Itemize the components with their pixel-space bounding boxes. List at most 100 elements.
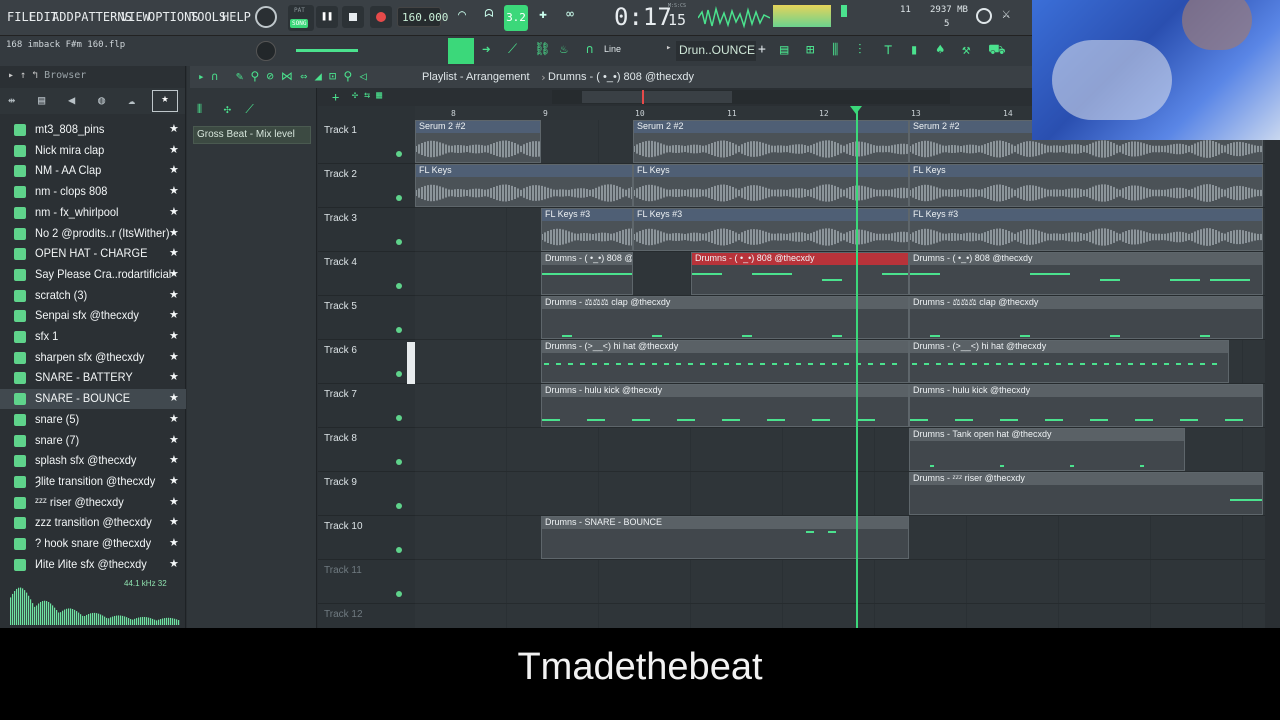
favorite-star-icon[interactable]: ★ [169, 453, 179, 466]
pattern-clip[interactable]: Drumns - ᶻᶻᶻ riser @thecxdy [909, 472, 1263, 515]
track-mute-led[interactable] [396, 503, 402, 509]
browser-item[interactable]: zzz transition @thecxdy ★ [0, 513, 186, 533]
browser-item[interactable]: Senpai sfx @thecxdy ★ [0, 306, 186, 326]
audio-clip[interactable]: FL Keys [909, 164, 1263, 207]
countdown-icon[interactable]: 3.2 [504, 5, 528, 31]
audio-clip[interactable]: FL Keys #3 [909, 208, 1263, 251]
favorite-star-icon[interactable]: ★ [169, 267, 179, 280]
browser-item[interactable]: mt3_808_pins ★ [0, 120, 186, 140]
pattern-clip[interactable]: Drumns - ( •_•) 808 @thecxdy [909, 252, 1263, 295]
track-scrollbar[interactable] [407, 342, 415, 384]
track-mute-led[interactable] [396, 239, 402, 245]
playlist-view-button[interactable] [448, 38, 474, 64]
favorite-star-icon[interactable]: ★ [169, 536, 179, 549]
pattern-clip[interactable]: Drumns - ( •_•) 808 @thecxdy [541, 252, 633, 295]
browser-item[interactable]: nm - clops 808 ★ [0, 182, 186, 202]
track-mute-led[interactable] [396, 547, 402, 553]
channel-rack-icon[interactable]: ⊞ [806, 42, 814, 58]
audio-clip[interactable]: FL Keys #3 [541, 208, 633, 251]
cart-icon[interactable]: ⛟ [988, 42, 1006, 60]
favorite-star-icon[interactable]: ★ [169, 350, 179, 363]
favorite-star-icon[interactable]: ★ [169, 495, 179, 508]
browser-arrow-icon[interactable]: ▸ ↑ ↰ [8, 70, 44, 81]
track-header[interactable]: Track 3 [318, 208, 415, 252]
favorite-star-icon[interactable]: ★ [169, 329, 179, 342]
track-header[interactable]: Track 6 [318, 340, 415, 384]
favorite-star-icon[interactable]: ★ [169, 246, 179, 259]
browser-item[interactable]: scratch (3) ★ [0, 286, 186, 306]
menu-add[interactable]: ADD [52, 10, 74, 24]
eq-icon[interactable]: ⫶ [858, 42, 862, 58]
track-mute-led[interactable] [396, 459, 402, 465]
menu-help[interactable]: HELP [222, 10, 251, 24]
menu-view[interactable]: VIEW [121, 10, 150, 24]
favorite-star-icon[interactable]: ★ [169, 288, 179, 301]
wait-input-icon[interactable]: ᗣ [478, 7, 500, 27]
favorite-star-icon[interactable]: ★ [169, 143, 179, 156]
record-button[interactable] [370, 6, 392, 28]
playhead[interactable] [856, 106, 858, 628]
overview-window[interactable] [582, 91, 732, 103]
track-mute-led[interactable] [396, 415, 402, 421]
browser-item[interactable]: SNARE - BOUNCE ★ [0, 389, 186, 410]
browser-item[interactable]: NM - AA Clap ★ [0, 161, 186, 181]
tempo-display[interactable]: 160.000 [397, 7, 448, 27]
plugin-icon[interactable]: ♠ [936, 42, 944, 58]
favorite-star-icon[interactable]: ★ [169, 515, 179, 528]
audio-clip[interactable]: FL Keys [633, 164, 909, 207]
pat-song-toggle[interactable]: PAT SONG [288, 5, 314, 31]
playlist-tools-icons[interactable]: ✎ ⚲ ⊘ ⋈ ⇔ ◢ ⊡ ⚲ ◁ [236, 69, 367, 83]
track-mute-led[interactable] [396, 371, 402, 377]
favorite-star-icon[interactable]: ★ [169, 122, 179, 135]
pattern-clip[interactable]: Drumns - hulu kick @thecxdy [909, 384, 1263, 427]
track-header[interactable]: Track 8 [318, 428, 415, 472]
favorite-star-icon[interactable]: ★ [169, 308, 179, 321]
favorite-star-icon[interactable]: ★ [169, 433, 179, 446]
pattern-clip[interactable]: Drumns - ⚖⚖⚖ clap @thecxdy [541, 296, 909, 339]
cloud-icon[interactable]: ☁ [128, 93, 135, 107]
browser-item[interactable]: nm - fx_whirlpool ★ [0, 203, 186, 223]
arrow-icon[interactable]: ➜ [482, 42, 490, 58]
pattern-clip[interactable]: Drumns - hulu kick @thecxdy [541, 384, 909, 427]
add-track-icon[interactable]: + [332, 90, 339, 104]
master-volume-slider[interactable] [296, 49, 358, 52]
playlist-scroll-overview[interactable] [552, 90, 950, 104]
track-header[interactable]: Track 7 [318, 384, 415, 428]
blend-notes-icon[interactable]: ✚ [532, 7, 554, 27]
track-header[interactable]: Track 9 [318, 472, 415, 516]
stop-button[interactable] [342, 6, 364, 28]
browser-item[interactable]: OPEN HAT - CHARGE ★ [0, 244, 186, 264]
track-header[interactable]: Track 1 [318, 120, 415, 164]
track-header[interactable]: Track 12 [318, 604, 415, 628]
track-lane[interactable] [415, 560, 1265, 604]
favorites-star-icon[interactable]: ★ [152, 90, 178, 112]
document-icon[interactable]: ▤ [38, 93, 45, 107]
tree-icon[interactable]: ⊤ [884, 42, 892, 58]
picker-pattern-item[interactable]: Gross Beat - Mix level [193, 126, 311, 144]
browser-item[interactable]: snare (7) ★ [0, 431, 186, 451]
collapse-icon[interactable]: ⇹ [8, 93, 15, 107]
track-header[interactable]: Track 11 [318, 560, 415, 604]
browser-item[interactable]: No 2 @prodits..r (ItsWither) ★ [0, 224, 186, 244]
pattern-clip[interactable]: Drumns - SNARE - BOUNCE [541, 516, 909, 559]
favorite-star-icon[interactable]: ★ [169, 184, 179, 197]
favorite-star-icon[interactable]: ★ [169, 412, 179, 425]
favorite-star-icon[interactable]: ★ [169, 557, 179, 570]
favorite-star-icon[interactable]: ★ [169, 474, 179, 487]
audio-clip[interactable]: FL Keys [415, 164, 633, 207]
wand-icon[interactable]: ⟋ [508, 42, 517, 57]
favorite-star-icon[interactable]: ★ [169, 205, 179, 218]
playlist-lanes[interactable]: Serum 2 #2 Serum 2 #2 Serum 2 #2 FL Keys FL … [415, 120, 1265, 628]
audio-clip[interactable]: Serum 2 #2 [415, 120, 541, 163]
master-volume-knob[interactable] [255, 6, 277, 28]
browser-item[interactable]: SNARE - BATTERY ★ [0, 368, 186, 388]
pattern-selector[interactable]: Drun..OUNCE [676, 41, 756, 61]
track-header[interactable]: Track 5 [318, 296, 415, 340]
loop-record-icon[interactable]: ∞ [559, 7, 581, 27]
track-header[interactable]: Track 4 [318, 252, 415, 296]
browser-item[interactable]: Say Please Cra..rodartificial ★ [0, 265, 186, 285]
pattern-clip[interactable]: Drumns - ( •_•) 808 @thecxdy [691, 252, 909, 295]
panic-icon[interactable]: ⚔ [1002, 6, 1010, 22]
tools-icon[interactable]: ⚒ [962, 42, 970, 58]
mode-icons[interactable]: ✣ ⇆ ▦ [352, 90, 382, 101]
